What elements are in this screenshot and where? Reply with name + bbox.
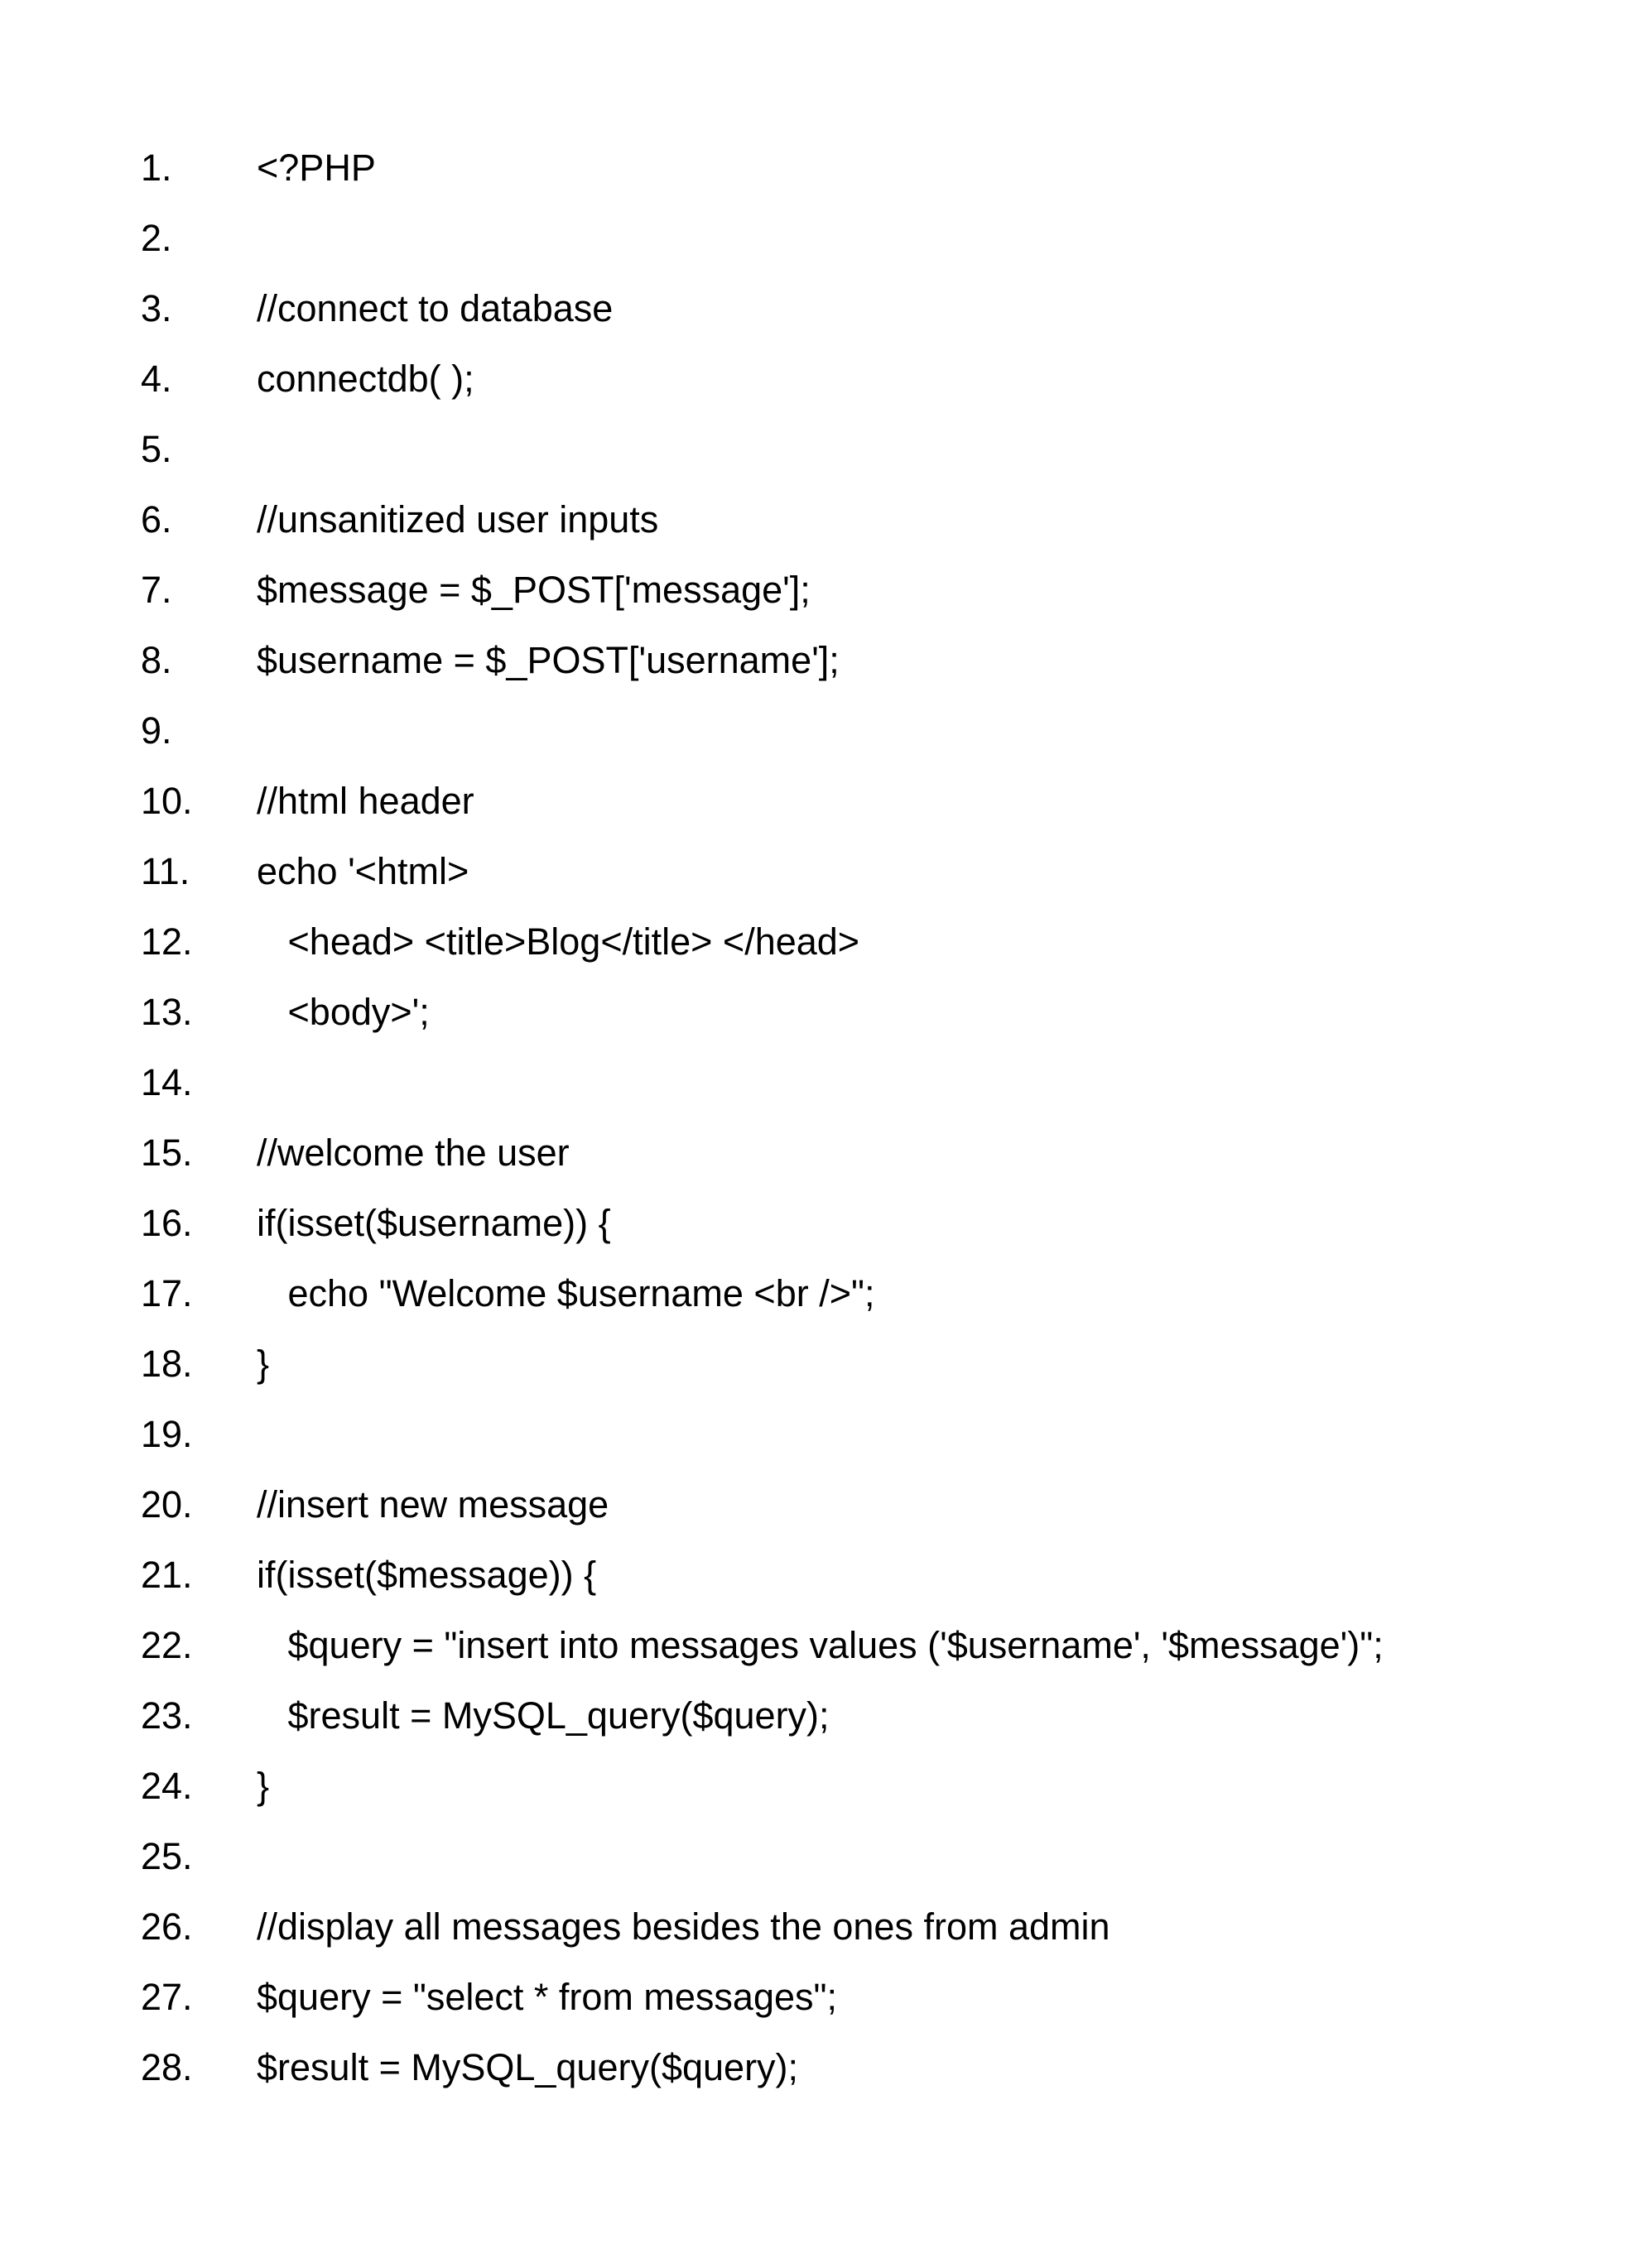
line-code: connectdb( ); xyxy=(257,344,1384,414)
line-code: if(isset($username)) { xyxy=(257,1188,1384,1258)
line-number: 6. xyxy=(141,484,257,555)
line-code: //display all messages besides the ones … xyxy=(257,1891,1384,1962)
code-line: 26. //display all messages besides the o… xyxy=(141,1891,1384,1962)
line-code: <?PHP xyxy=(257,132,1384,203)
line-code xyxy=(257,414,1384,484)
line-number: 1. xyxy=(141,132,257,203)
line-code: $result = MySQL_query($query); xyxy=(257,2032,1384,2102)
code-line: 17. echo "Welcome $username <br />"; xyxy=(141,1258,1384,1329)
line-code: <head> <title>Blog</title> </head> xyxy=(257,906,1384,977)
line-number: 9. xyxy=(141,695,257,766)
code-line: 3. //connect to database xyxy=(141,273,1384,344)
code-line: 12. <head> <title>Blog</title> </head> xyxy=(141,906,1384,977)
line-code: } xyxy=(257,1329,1384,1399)
code-line: 25. xyxy=(141,1821,1384,1891)
line-code xyxy=(257,695,1384,766)
code-line: 9. xyxy=(141,695,1384,766)
code-line: 28. $result = MySQL_query($query); xyxy=(141,2032,1384,2102)
line-code: $query = "select * from messages"; xyxy=(257,1962,1384,2032)
code-line: 13. <body>'; xyxy=(141,977,1384,1047)
line-number: 10. xyxy=(141,766,257,836)
line-code: $result = MySQL_query($query); xyxy=(257,1680,1384,1751)
code-line: 19. xyxy=(141,1399,1384,1469)
line-number: 3. xyxy=(141,273,257,344)
code-line: 1. <?PHP xyxy=(141,132,1384,203)
line-number: 27. xyxy=(141,1962,257,2032)
code-line: 23. $result = MySQL_query($query); xyxy=(141,1680,1384,1751)
line-code xyxy=(257,1047,1384,1117)
line-number: 11. xyxy=(141,836,257,906)
line-code xyxy=(257,1399,1384,1469)
line-code: //insert new message xyxy=(257,1469,1384,1540)
line-code xyxy=(257,1821,1384,1891)
line-number: 17. xyxy=(141,1258,257,1329)
code-line: 18. } xyxy=(141,1329,1384,1399)
line-code: //connect to database xyxy=(257,273,1384,344)
line-code: $username = $_POST['username']; xyxy=(257,625,1384,695)
line-number: 4. xyxy=(141,344,257,414)
code-line: 21. if(isset($message)) { xyxy=(141,1540,1384,1610)
line-number: 8. xyxy=(141,625,257,695)
line-number: 26. xyxy=(141,1891,257,1962)
code-line: 27. $query = "select * from messages"; xyxy=(141,1962,1384,2032)
line-number: 23. xyxy=(141,1680,257,1751)
line-number: 7. xyxy=(141,555,257,625)
line-code: //html header xyxy=(257,766,1384,836)
code-line: 8. $username = $_POST['username']; xyxy=(141,625,1384,695)
line-code: //welcome the user xyxy=(257,1117,1384,1188)
code-line: 7. $message = $_POST['message']; xyxy=(141,555,1384,625)
line-code: if(isset($message)) { xyxy=(257,1540,1384,1610)
line-code: <body>'; xyxy=(257,977,1384,1047)
line-code: $message = $_POST['message']; xyxy=(257,555,1384,625)
line-code xyxy=(257,203,1384,273)
code-line: 22. $query = "insert into messages value… xyxy=(141,1610,1384,1680)
line-number: 25. xyxy=(141,1821,257,1891)
line-number: 18. xyxy=(141,1329,257,1399)
line-number: 20. xyxy=(141,1469,257,1540)
line-number: 22. xyxy=(141,1610,257,1680)
line-number: 12. xyxy=(141,906,257,977)
line-number: 13. xyxy=(141,977,257,1047)
code-line: 20. //insert new message xyxy=(141,1469,1384,1540)
line-number: 28. xyxy=(141,2032,257,2102)
line-number: 14. xyxy=(141,1047,257,1117)
code-line: 16. if(isset($username)) { xyxy=(141,1188,1384,1258)
line-number: 21. xyxy=(141,1540,257,1610)
code-line: 24. } xyxy=(141,1751,1384,1821)
line-number: 24. xyxy=(141,1751,257,1821)
line-number: 16. xyxy=(141,1188,257,1258)
code-line: 10. //html header xyxy=(141,766,1384,836)
code-line: 4. connectdb( ); xyxy=(141,344,1384,414)
code-line: 6. //unsanitized user inputs xyxy=(141,484,1384,555)
line-number: 5. xyxy=(141,414,257,484)
code-line: 2. xyxy=(141,203,1384,273)
code-line: 5. xyxy=(141,414,1384,484)
line-code: //unsanitized user inputs xyxy=(257,484,1384,555)
line-code: echo "Welcome $username <br />"; xyxy=(257,1258,1384,1329)
code-listing: 1. <?PHP 2. 3. //connect to database 4. … xyxy=(141,132,1384,2102)
code-line: 11. echo '<html> xyxy=(141,836,1384,906)
line-code: echo '<html> xyxy=(257,836,1384,906)
line-number: 2. xyxy=(141,203,257,273)
line-number: 15. xyxy=(141,1117,257,1188)
code-line: 15. //welcome the user xyxy=(141,1117,1384,1188)
line-number: 19. xyxy=(141,1399,257,1469)
line-code: $query = "insert into messages values ('… xyxy=(257,1610,1384,1680)
line-code: } xyxy=(257,1751,1384,1821)
code-line: 14. xyxy=(141,1047,1384,1117)
